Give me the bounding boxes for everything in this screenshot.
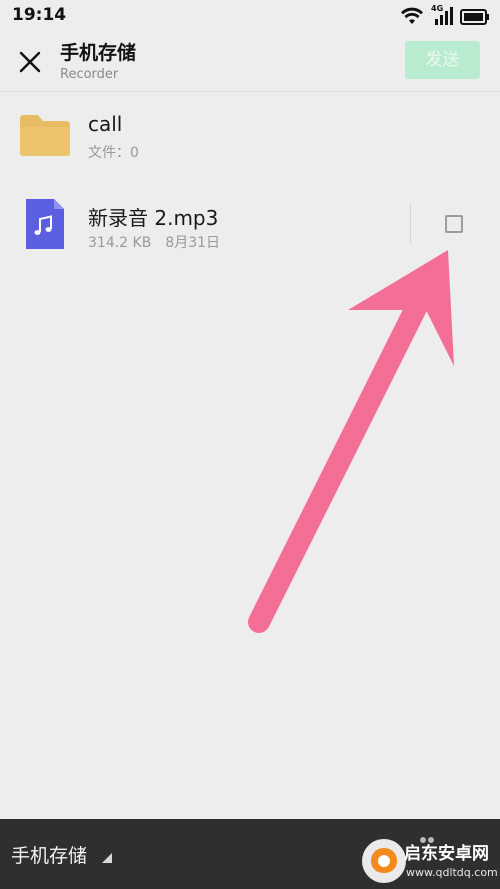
row-separator <box>410 203 411 244</box>
header-divider <box>0 91 500 92</box>
top-app-bar: 手机存储 Recorder 发送 <box>0 32 500 92</box>
storage-label: 手机存储 <box>11 845 88 867</box>
file-meta: 314.2 KB 8月31日 <box>88 232 220 252</box>
status-time: 19:14 <box>12 5 67 25</box>
status-icons: 4G <box>400 4 492 28</box>
battery-icon <box>460 9 489 25</box>
dropdown-caret-icon <box>102 853 112 863</box>
list-item-file[interactable]: 新录音 2.mp3 314.2 KB 8月31日 <box>0 188 500 264</box>
site-watermark: 启东安卓网 www.qdltdq.com <box>360 833 500 889</box>
folder-icon <box>20 115 70 156</box>
file-date: 8月31日 <box>165 235 221 251</box>
close-icon <box>19 51 41 73</box>
close-button[interactable] <box>14 46 46 78</box>
file-size: 314.2 KB <box>88 235 152 251</box>
wifi-icon <box>401 7 423 24</box>
watermark-title: 启东安卓网 <box>404 844 489 864</box>
status-bar: 19:14 4G <box>0 0 500 32</box>
storage-selector[interactable]: 手机存储 <box>11 841 112 867</box>
network-type-label: 4G <box>431 4 444 13</box>
current-folder-path: Recorder <box>60 67 119 82</box>
folder-name: call <box>88 112 123 136</box>
watermark-logo-icon <box>362 839 406 883</box>
watermark-url: www.qdltdq.com <box>406 866 498 879</box>
music-file-icon <box>26 199 64 249</box>
list-item-folder-call[interactable]: call 文件：0 <box>0 100 500 180</box>
file-name: 新录音 2.mp3 <box>88 206 219 230</box>
folder-file-count: 文件：0 <box>88 145 139 161</box>
select-checkbox[interactable] <box>445 215 463 233</box>
page-title: 手机存储 <box>60 42 137 64</box>
send-button[interactable]: 发送 <box>405 41 480 79</box>
